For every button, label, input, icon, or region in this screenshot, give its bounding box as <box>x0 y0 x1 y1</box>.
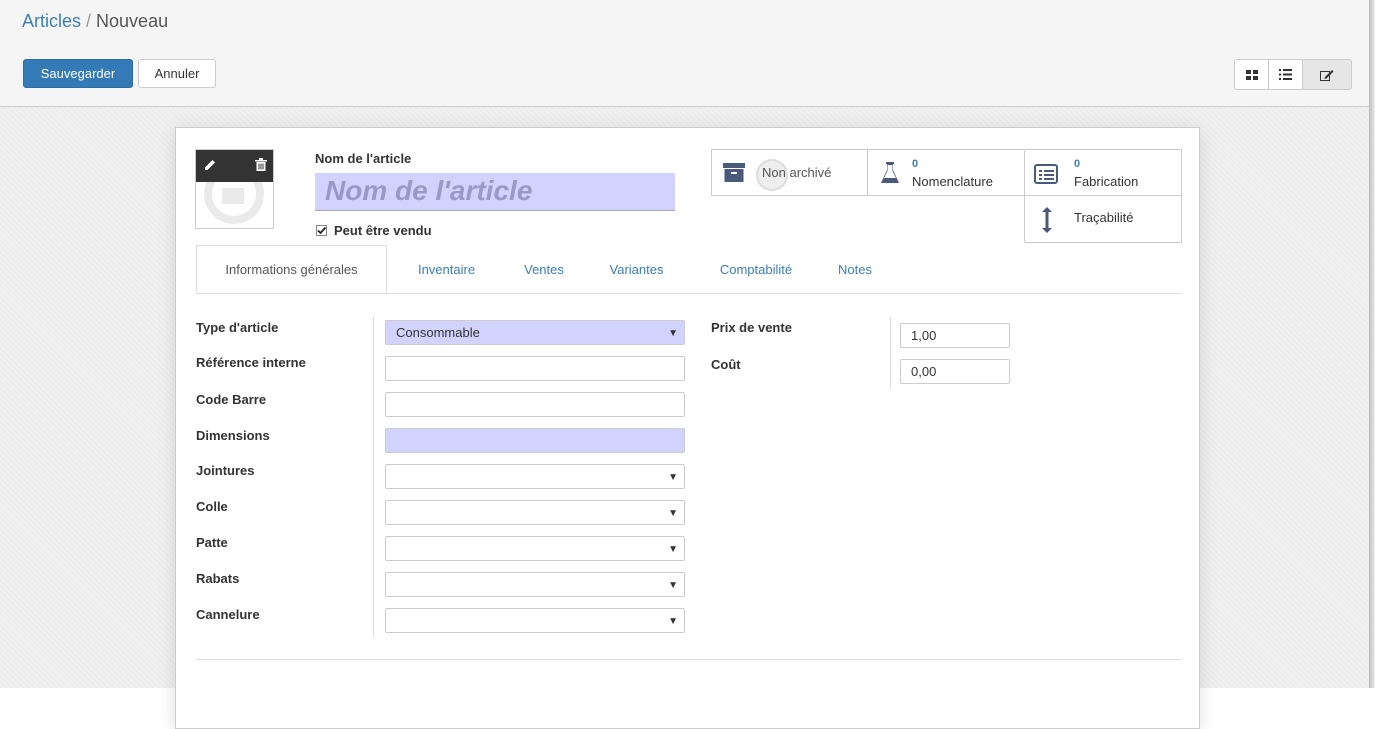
tab-sales[interactable]: Ventes <box>506 245 582 293</box>
breadcrumb: Articles / Nouveau <box>22 11 168 32</box>
list-view-icon <box>1279 69 1292 80</box>
flap-label: Patte <box>196 535 228 550</box>
manufacturing-count: 0 <box>1074 158 1081 170</box>
archive-toggle-button[interactable]: Non archivé <box>711 149 868 196</box>
cost-label: Coût <box>711 357 741 372</box>
form-view-button[interactable] <box>1302 59 1352 90</box>
dimensions-label: Dimensions <box>196 428 270 443</box>
tab-general-info[interactable]: Informations générales <box>196 245 387 293</box>
manufacturing-icon <box>1034 164 1058 184</box>
bottom-separator <box>196 659 1181 660</box>
chevron-down-icon: ▼ <box>668 328 678 339</box>
list-view-button[interactable] <box>1268 59 1303 90</box>
pencil-icon[interactable] <box>204 159 216 171</box>
window-shadow <box>1369 0 1375 688</box>
internal-reference-input[interactable] <box>385 356 685 381</box>
trash-icon[interactable] <box>255 158 267 171</box>
chevron-down-icon: ▼ <box>668 544 678 555</box>
traceability-label: Traçabilité <box>1074 210 1134 225</box>
save-button[interactable]: Sauvegarder <box>23 59 133 88</box>
form-sheet: Nom de l'article Nom de l'article Peut ê… <box>175 127 1200 729</box>
bom-label: Nomenclature <box>912 174 993 189</box>
chevron-down-icon: ▼ <box>668 472 678 483</box>
product-image[interactable] <box>195 149 274 229</box>
manufacturing-button[interactable]: 0 Fabrication <box>1024 149 1182 196</box>
bom-button[interactable]: 0 Nomenclature <box>867 149 1025 196</box>
cost-input[interactable]: 0,00 <box>900 359 1010 384</box>
sale-price-input[interactable]: 1,00 <box>900 323 1010 348</box>
archive-icon <box>723 163 745 182</box>
archive-label: Non archivé <box>762 165 832 180</box>
cancel-button[interactable]: Annuler <box>138 59 216 88</box>
tab-notes[interactable]: Notes <box>821 245 889 293</box>
edit-icon <box>1320 69 1334 81</box>
glue-select[interactable]: ▼ <box>385 500 685 525</box>
arrows-vertical-icon <box>1042 207 1052 233</box>
manufacturing-label: Fabrication <box>1074 174 1139 189</box>
glue-label: Colle <box>196 499 228 514</box>
folds-label: Rabats <box>196 571 240 586</box>
sale-ok-field: Peut être vendu <box>316 223 432 238</box>
breadcrumb-current: Nouveau <box>96 11 169 31</box>
joints-label: Jointures <box>196 463 255 478</box>
barcode-input[interactable] <box>385 392 685 417</box>
product-type-select[interactable]: Consommable ▼ <box>385 320 685 345</box>
checkmark-icon <box>317 226 327 235</box>
control-panel: Articles / Nouveau Sauvegarder Annuler <box>0 0 1369 107</box>
kanban-view-button[interactable] <box>1234 59 1269 90</box>
breadcrumb-separator: / <box>86 11 92 31</box>
dimensions-input[interactable] <box>385 428 685 453</box>
kanban-view-icon <box>1245 69 1258 80</box>
sale-ok-label: Peut être vendu <box>334 223 432 238</box>
flap-select[interactable]: ▼ <box>385 536 685 561</box>
barcode-label: Code Barre <box>196 392 267 407</box>
tab-accounting[interactable]: Comptabilité <box>691 245 821 293</box>
flute-label: Cannelure <box>196 607 260 622</box>
product-type-value: Consommable <box>396 325 480 340</box>
traceability-button[interactable]: Traçabilité <box>1024 195 1182 243</box>
sale-ok-checkbox[interactable] <box>316 225 327 236</box>
tab-variants[interactable]: Variantes <box>582 245 691 293</box>
breadcrumb-articles-link[interactable]: Articles <box>22 11 81 31</box>
image-toolbar <box>196 150 273 182</box>
product-name-input[interactable]: Nom de l'article <box>315 173 675 211</box>
chevron-down-icon: ▼ <box>668 580 678 591</box>
notebook-tabs: Informations générales Inventaire Ventes… <box>196 245 1181 294</box>
bom-count: 0 <box>912 158 919 170</box>
product-type-label: Type d'article <box>196 320 279 335</box>
internal-reference-label: Référence interne <box>196 355 306 370</box>
right-group-divider <box>890 317 891 389</box>
flask-icon <box>881 162 899 183</box>
folds-select[interactable]: ▼ <box>385 572 685 597</box>
product-name-label: Nom de l'article <box>315 151 412 166</box>
joints-select[interactable]: ▼ <box>385 464 685 489</box>
sale-price-label: Prix de vente <box>711 320 792 335</box>
left-group-divider <box>373 317 374 637</box>
chevron-down-icon: ▼ <box>668 508 678 519</box>
chevron-down-icon: ▼ <box>668 616 678 627</box>
tab-inventory[interactable]: Inventaire <box>387 245 506 293</box>
flute-select[interactable]: ▼ <box>385 608 685 633</box>
